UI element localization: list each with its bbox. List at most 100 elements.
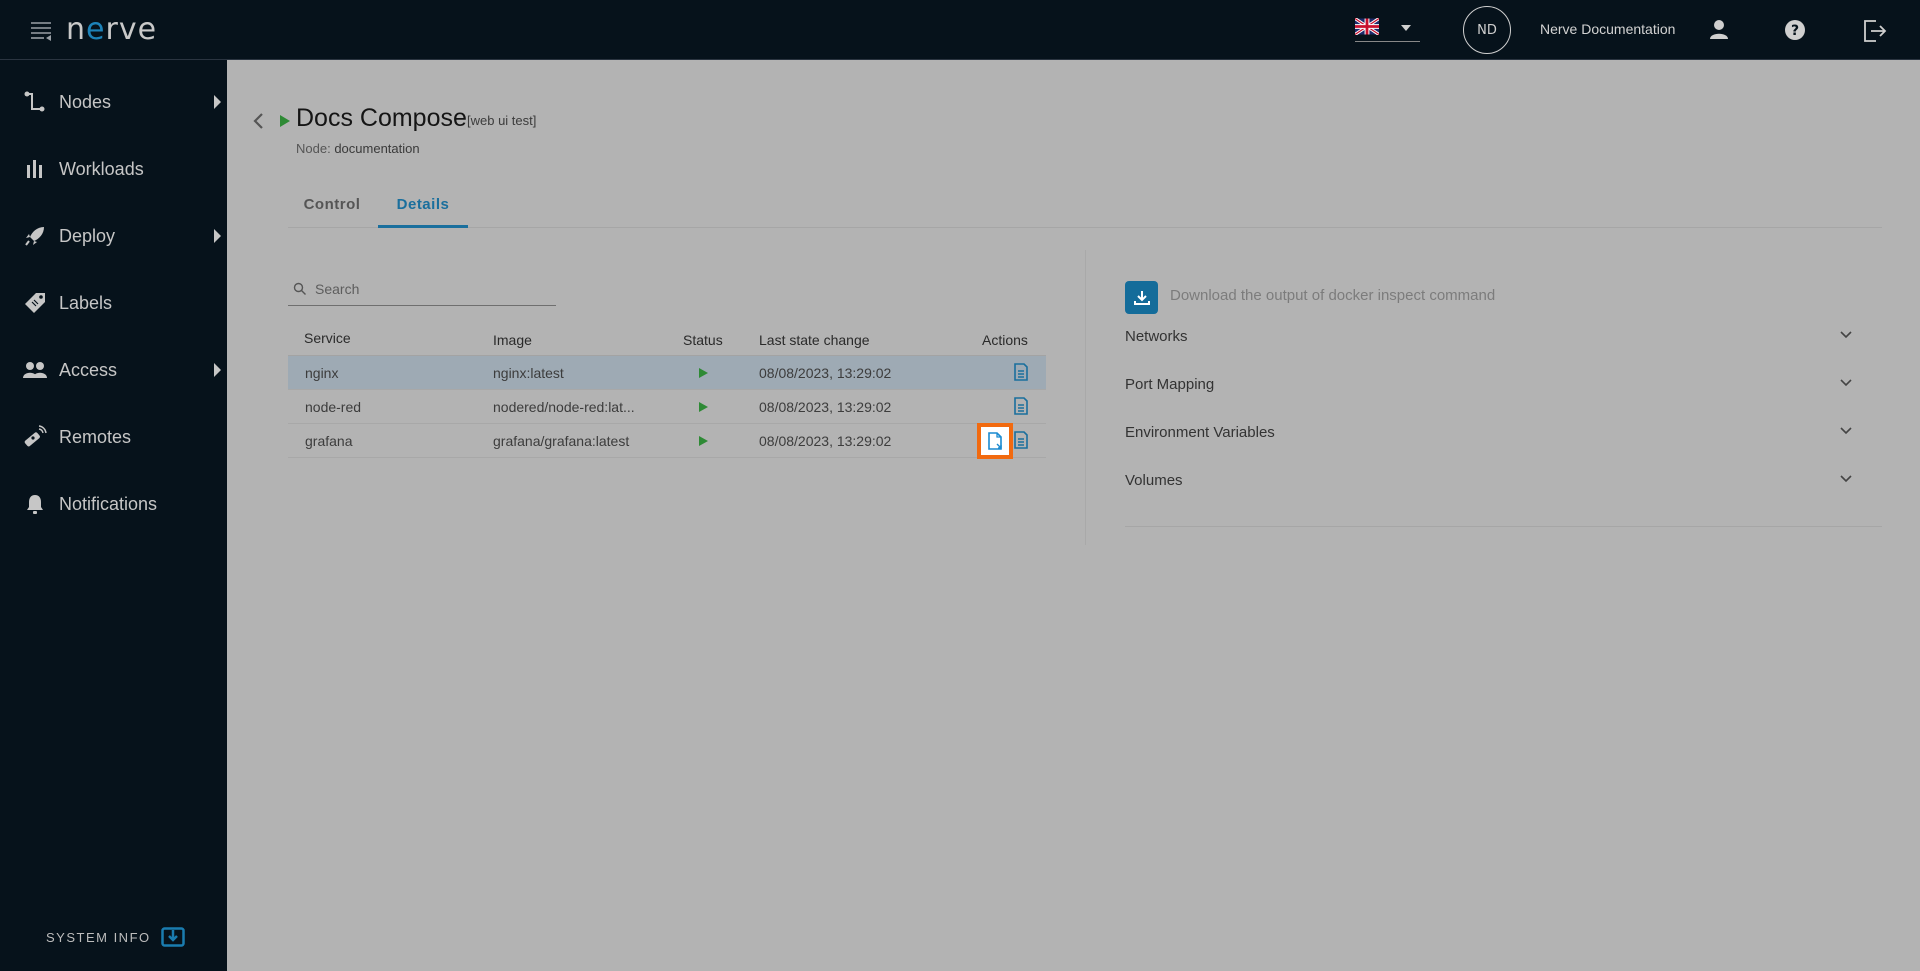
nerve-logo[interactable]: nerve <box>66 12 157 47</box>
back-button[interactable] <box>248 108 268 134</box>
help-icon[interactable]: ? <box>1782 17 1808 43</box>
tab-bar: Control Details <box>288 190 1882 228</box>
column-header-service[interactable]: Service <box>304 330 351 346</box>
user-name: Nerve Documentation <box>1540 21 1676 37</box>
logs-icon[interactable] <box>1013 431 1031 451</box>
column-header-actions: Actions <box>982 332 1028 348</box>
sidebar-item-label: Labels <box>59 292 113 313</box>
logo-text-end: rve <box>105 12 158 47</box>
sidebar-item-label: Nodes <box>59 91 112 112</box>
table-row[interactable]: node-red nodered/node-red:lat... 08/08/2… <box>288 390 1046 424</box>
service-image: nginx:latest <box>493 365 564 381</box>
sidebar-item-label: Workloads <box>59 158 144 179</box>
running-status-icon <box>699 436 708 446</box>
service-image: grafana/grafana:latest <box>493 433 630 449</box>
table-header: Service Image Status Last state change A… <box>288 322 1046 356</box>
search-field[interactable] <box>288 274 556 306</box>
users-icon <box>22 357 48 383</box>
accordion-label: Networks <box>1125 328 1188 345</box>
running-status-icon <box>280 115 290 127</box>
logout-icon[interactable] <box>1860 17 1887 43</box>
accordion-label: Port Mapping <box>1125 376 1215 393</box>
avatar[interactable]: ND <box>1463 6 1511 54</box>
panel-divider <box>1085 250 1086 545</box>
sidebar-item-nodes[interactable]: Nodes <box>0 77 227 127</box>
accordion-networks[interactable]: Networks <box>1125 324 1857 354</box>
export-file-button[interactable] <box>977 423 1013 459</box>
table-row[interactable]: nginx nginx:latest 08/08/2023, 13:29:02 <box>288 356 1046 390</box>
column-header-image[interactable]: Image <box>493 332 532 348</box>
service-image: nodered/node-red:lat... <box>493 399 635 415</box>
logo-text: n <box>66 12 87 47</box>
table-row[interactable]: grafana grafana/grafana:latest 08/08/202… <box>288 423 1046 459</box>
accordion-environment-variables[interactable]: Environment Variables <box>1125 420 1857 450</box>
sidebar-item-label: Notifications <box>59 493 158 514</box>
menu-toggle-icon[interactable] <box>29 18 53 42</box>
accordion-port-mapping[interactable]: Port Mapping <box>1125 372 1857 402</box>
bell-icon <box>22 491 48 517</box>
rocket-icon <box>22 223 48 249</box>
download-icon <box>160 927 185 947</box>
logs-icon[interactable] <box>1013 363 1031 383</box>
chevron-down-icon <box>1840 379 1852 387</box>
uk-flag-icon <box>1355 18 1379 35</box>
download-inspect-label: Download the output of docker inspect co… <box>1170 287 1496 304</box>
last-state-change: 08/08/2023, 13:29:02 <box>759 399 892 415</box>
tag-icon <box>22 290 48 316</box>
sidebar-item-label: Access <box>59 359 118 380</box>
avatar-initials: ND <box>1477 22 1497 38</box>
workload-version-tag: [web ui test] <box>467 113 537 128</box>
tab-details[interactable]: Details <box>378 190 468 228</box>
chevron-down-icon <box>1840 427 1852 435</box>
search-icon <box>293 282 306 295</box>
sidebar-item-workloads[interactable]: Workloads <box>0 144 227 194</box>
column-header-last-state-change[interactable]: Last state change <box>759 332 870 348</box>
services-table: Service Image Status Last state change A… <box>288 322 1046 459</box>
chevron-right-icon <box>214 229 221 243</box>
sidebar-item-label: Remotes <box>59 426 132 447</box>
service-name: grafana <box>305 433 353 449</box>
search-input[interactable] <box>315 278 545 300</box>
chevron-down-icon <box>1840 331 1852 339</box>
column-header-status[interactable]: Status <box>683 332 723 348</box>
file-export-icon <box>988 432 1002 450</box>
workloads-icon <box>22 156 48 182</box>
sidebar-item-notifications[interactable]: Notifications <box>0 479 227 529</box>
last-state-change: 08/08/2023, 13:29:02 <box>759 433 892 449</box>
node-info: Node: documentation <box>296 141 420 156</box>
sidebar-item-labels[interactable]: Labels <box>0 278 227 328</box>
accordion-label: Volumes <box>1125 472 1183 489</box>
service-name: nginx <box>305 365 339 381</box>
chevron-down-icon <box>1840 475 1852 483</box>
node-label: Node: <box>296 141 331 156</box>
top-bar: nerve ND Nerve Documentation ? <box>0 0 1920 60</box>
accordion-divider <box>1125 526 1882 527</box>
page-title: Docs Compose <box>296 104 467 132</box>
sidebar-item-deploy[interactable]: Deploy <box>0 211 227 261</box>
running-status-icon <box>699 368 708 378</box>
system-info-label: SYSTEM INFO <box>46 929 151 945</box>
user-icon[interactable] <box>1706 17 1732 43</box>
last-state-change: 08/08/2023, 13:29:02 <box>759 365 892 381</box>
chevron-right-icon <box>214 95 221 109</box>
download-icon <box>1133 290 1150 305</box>
language-select[interactable] <box>1355 14 1420 42</box>
system-info-button[interactable]: SYSTEM INFO <box>46 927 185 947</box>
accordion-volumes[interactable]: Volumes <box>1125 468 1857 498</box>
accordion-label: Environment Variables <box>1125 424 1275 441</box>
service-name: node-red <box>305 399 362 415</box>
logo-accent: e <box>86 12 106 47</box>
chevron-right-icon <box>214 363 221 377</box>
sidebar-item-remotes[interactable]: Remotes <box>0 412 227 462</box>
running-status-icon <box>699 402 708 412</box>
sidebar-item-access[interactable]: Access <box>0 345 227 395</box>
logs-icon[interactable] <box>1013 397 1031 417</box>
svg-text:?: ? <box>1791 23 1799 39</box>
remote-icon <box>22 424 48 450</box>
sidebar: Nodes Workloads Deploy Labels Access Rem… <box>0 60 227 971</box>
sidebar-item-label: Deploy <box>59 225 116 246</box>
node-value: documentation <box>334 141 420 156</box>
download-inspect-button[interactable] <box>1125 281 1158 314</box>
tab-control[interactable]: Control <box>288 190 376 228</box>
nodes-icon <box>22 89 48 115</box>
